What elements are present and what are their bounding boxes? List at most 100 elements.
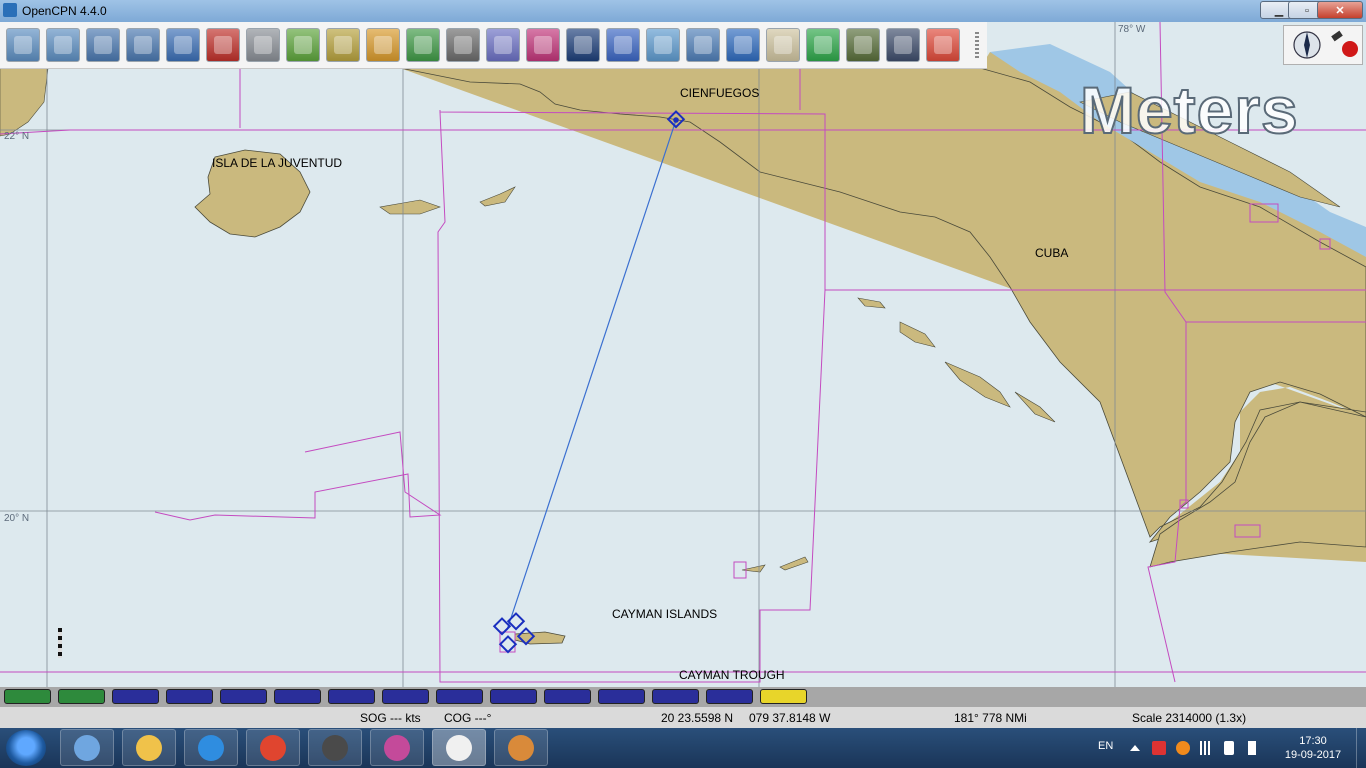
create-route-button[interactable] [166, 28, 200, 62]
label-isla-de-la-juventud: ISLA DE LA JUVENTUD [212, 156, 343, 170]
taskbar-app-screen-capture[interactable] [308, 729, 362, 766]
text-overlay-button[interactable] [286, 28, 320, 62]
gebco-button[interactable] [686, 28, 720, 62]
download-button[interactable] [846, 28, 880, 62]
cog-readout: COG ---° [444, 711, 492, 725]
piano-key[interactable] [598, 689, 645, 704]
piano-key[interactable] [760, 689, 807, 704]
tide-icon [334, 36, 352, 54]
route-icon [174, 36, 192, 54]
print-button[interactable] [446, 28, 480, 62]
label-cienfuegos: CIENFUEGOS [680, 86, 760, 100]
track-button[interactable] [526, 28, 560, 62]
lighthouse-button[interactable] [806, 28, 840, 62]
title-bar: OpenCPN 4.4.0 ▁ ▫ ✕ [0, 0, 1366, 22]
taskbar-app-opencpn[interactable] [432, 729, 486, 766]
lighthouse-icon [814, 36, 832, 54]
taskbar-app-paint[interactable] [494, 729, 548, 766]
printer-icon [454, 36, 472, 54]
piano-key[interactable] [544, 689, 591, 704]
tide-arrows-button[interactable] [366, 28, 400, 62]
zoom-out-icon [54, 36, 72, 54]
close-button[interactable]: ✕ [1317, 1, 1363, 19]
language-indicator[interactable]: EN [1098, 740, 1113, 752]
opencpn-icon [446, 734, 472, 761]
download-icon [854, 36, 872, 54]
piano-key[interactable] [328, 689, 375, 704]
taskbar-app-snipping-tool[interactable] [370, 729, 424, 766]
current-tide-button[interactable] [326, 28, 360, 62]
label-cuba: CUBA [1035, 246, 1069, 260]
piano-key[interactable] [4, 689, 51, 704]
cursor-longitude: 079 37.8148 W [749, 711, 831, 725]
google-earth-button[interactable] [726, 28, 760, 62]
zoom-in-icon [14, 36, 32, 54]
piano-key[interactable] [274, 689, 321, 704]
scale-bar [58, 628, 62, 658]
piano-key[interactable] [490, 689, 537, 704]
weather-icon [894, 36, 912, 54]
horizontal-arrows-icon [374, 36, 392, 54]
text-a-icon [294, 36, 312, 54]
route-manager-button[interactable] [486, 28, 520, 62]
piano-key[interactable] [58, 689, 105, 704]
thunderbird-icon [74, 734, 100, 761]
taskbar-app-chrome[interactable] [246, 729, 300, 766]
scale-out-icon [134, 36, 152, 54]
action-center-icon[interactable] [1152, 741, 1166, 755]
piano-key[interactable] [436, 689, 483, 704]
taskbar-app-thunderbird[interactable] [60, 729, 114, 766]
piano-key[interactable] [166, 689, 213, 704]
snipping-tool-icon [384, 734, 410, 761]
system-clock[interactable]: 17:30 19-09-2017 [1278, 734, 1348, 762]
piano-key[interactable] [652, 689, 699, 704]
file-explorer-icon [136, 734, 162, 761]
cursor-latitude: 20 23.5598 N [661, 711, 734, 725]
zoom-in-button[interactable] [6, 28, 40, 62]
label-cayman-islands: CAYMAN ISLANDS [612, 607, 718, 621]
gps-status-icon [1331, 30, 1358, 57]
lat-label-22n: 22° N [4, 131, 30, 142]
toolbar-grip[interactable] [975, 32, 979, 60]
chart-piano-bar [0, 687, 1366, 707]
lon-label-78w: 78° W [1118, 24, 1146, 35]
color-scheme-button[interactable] [566, 28, 600, 62]
gebco-icon [694, 36, 712, 54]
help-button[interactable] [606, 28, 640, 62]
label-cayman-trough: CAYMAN TROUGH [679, 668, 785, 682]
screen-capture-icon [322, 734, 348, 761]
taskbar-app-file-explorer[interactable] [122, 729, 176, 766]
globe-icon [734, 36, 752, 54]
piano-key[interactable] [382, 689, 429, 704]
logbook-button[interactable] [766, 28, 800, 62]
status-compass[interactable] [1283, 25, 1363, 65]
help-icon [614, 36, 632, 54]
piano-key[interactable] [706, 689, 753, 704]
scale-in-button[interactable] [86, 28, 120, 62]
lat-label-20n: 20° N [4, 513, 30, 524]
options-button[interactable] [246, 28, 280, 62]
track-icon [534, 36, 552, 54]
taskbar-app-internet-explorer[interactable] [184, 729, 238, 766]
auto-follow-button[interactable] [206, 28, 240, 62]
piano-key[interactable] [220, 689, 267, 704]
start-button[interactable] [6, 730, 46, 766]
weather-button[interactable] [886, 28, 920, 62]
mob-button[interactable] [926, 28, 960, 62]
piano-key[interactable] [112, 689, 159, 704]
avast-icon[interactable] [1176, 741, 1190, 755]
layers-icon [654, 36, 672, 54]
bearing-distance-readout: 181° 778 NMi [954, 711, 1027, 725]
clock-date: 19-09-2017 [1284, 749, 1342, 761]
show-desktop-button[interactable] [1356, 728, 1366, 768]
layers-button[interactable] [646, 28, 680, 62]
vertical-arrows-icon [414, 36, 432, 54]
current-arrows-button[interactable] [406, 28, 440, 62]
show-hidden-icons-icon[interactable] [1130, 745, 1140, 751]
ship-icon [214, 36, 232, 54]
zoom-out-button[interactable] [46, 28, 80, 62]
network-icon[interactable] [1200, 741, 1214, 755]
scale-out-button[interactable] [126, 28, 160, 62]
battery-icon[interactable] [1224, 741, 1234, 755]
volume-icon[interactable] [1248, 741, 1256, 755]
